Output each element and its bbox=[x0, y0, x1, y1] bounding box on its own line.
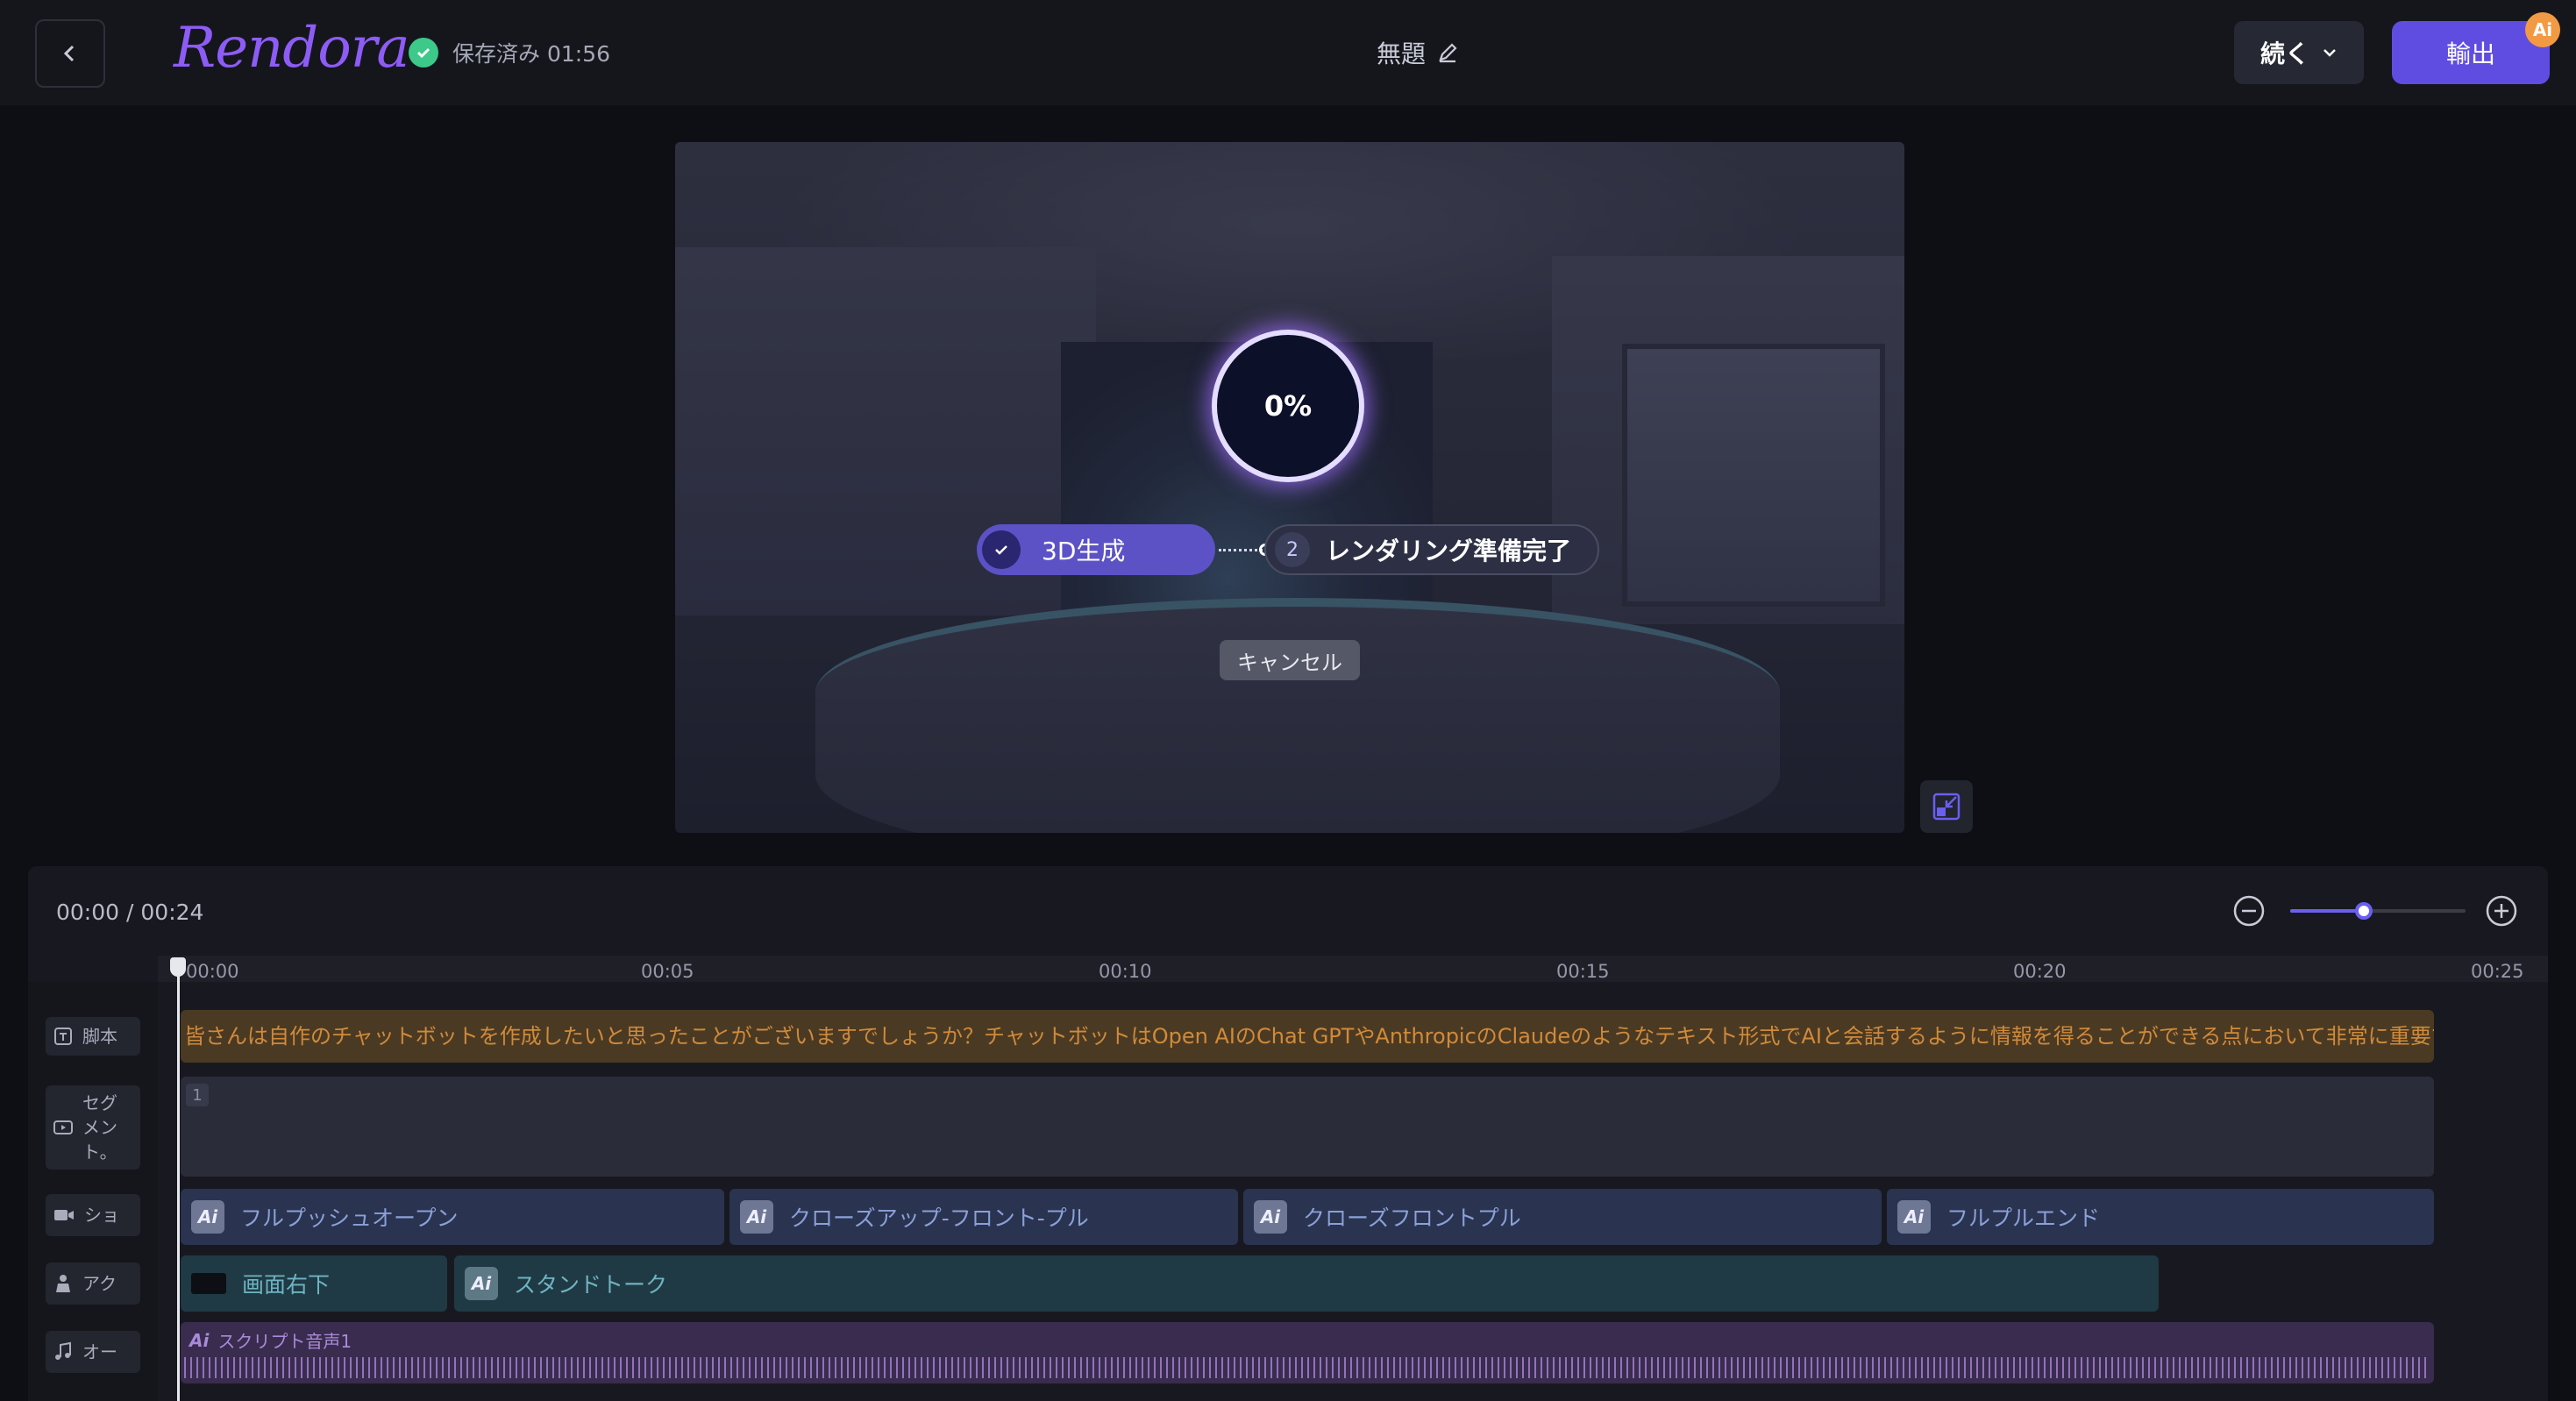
audio-clip-label: スクリプト音声1 bbox=[217, 1331, 352, 1352]
ai-icon: Ai bbox=[1254, 1200, 1287, 1234]
check-icon bbox=[982, 530, 1021, 569]
tick-label: 00:00 bbox=[186, 961, 239, 982]
music-note-icon bbox=[55, 1341, 71, 1360]
track-label-action-text: アクション bbox=[82, 1273, 117, 1294]
check-circle-icon bbox=[409, 38, 438, 68]
tick-label: 00:20 bbox=[2013, 961, 2067, 982]
playhead-handle[interactable] bbox=[170, 957, 186, 977]
step-3d-generation: 3D生成 bbox=[977, 524, 1215, 575]
track-label-audio[interactable]: オーディオ bbox=[46, 1331, 140, 1373]
save-status: 保存済み 01:56 bbox=[409, 37, 610, 68]
shot-clip-label: フルプルエンド bbox=[1946, 1205, 2101, 1231]
camera-icon bbox=[54, 1210, 74, 1220]
app-logo: Rendora bbox=[174, 16, 410, 81]
track-label-audio-text: オーディオ bbox=[82, 1341, 117, 1362]
continue-dropdown-button[interactable]: 続く bbox=[2234, 21, 2364, 84]
shot-clip[interactable]: Ai フルプルエンド bbox=[1887, 1189, 2434, 1245]
track-label-action[interactable]: アクション bbox=[46, 1262, 140, 1305]
step-number: 2 bbox=[1275, 532, 1310, 567]
time-readout: 00:00 / 00:24 bbox=[56, 900, 203, 925]
shot-clip[interactable]: Ai フルプッシュオープン bbox=[181, 1189, 724, 1245]
ai-icon: Ai bbox=[191, 1200, 224, 1234]
script-clip[interactable]: 皆さんは自作のチャットボットを作成したいと思ったことがございますでしょうか？チャ… bbox=[181, 1010, 2434, 1063]
track-label-segment-text: セグメント。 bbox=[82, 1092, 117, 1163]
minus-circle-icon[interactable] bbox=[2232, 894, 2266, 928]
video-icon bbox=[53, 1120, 73, 1134]
ai-icon: Ai bbox=[1897, 1200, 1931, 1234]
shot-clip-label: フルプッシュオープン bbox=[240, 1205, 459, 1231]
current-time: 00:00 bbox=[56, 900, 120, 925]
track-label-shot[interactable]: ショット bbox=[46, 1194, 140, 1236]
video-preview: 0% 3D生成 2 レンダリング準備完了 キャンセル bbox=[675, 142, 1904, 833]
step-render-ready-label: レンダリング準備完了 bbox=[1326, 537, 1572, 565]
audio-clip-header: Ai スクリプト音声1 bbox=[189, 1327, 352, 1353]
ai-icon: Ai bbox=[189, 1329, 210, 1351]
zoom-slider-thumb[interactable] bbox=[2355, 902, 2373, 920]
save-status-text: 保存済み 01:56 bbox=[452, 41, 610, 67]
document-title-text: 無題 bbox=[1377, 39, 1427, 68]
chevron-down-icon bbox=[2323, 49, 2336, 57]
continue-label: 続く bbox=[2259, 39, 2309, 68]
ai-badge: Ai bbox=[2525, 12, 2560, 47]
cancel-render-button[interactable]: キャンセル bbox=[1220, 640, 1360, 680]
track-label-script-text: 脚本 bbox=[82, 1026, 117, 1047]
action-clip-label: スタンドトーク bbox=[514, 1272, 668, 1298]
track-label-shot-text: ショット bbox=[84, 1205, 119, 1226]
exit-fullscreen-button[interactable] bbox=[1920, 780, 1973, 833]
action-clip[interactable]: 画面右下 bbox=[181, 1255, 447, 1312]
playhead[interactable] bbox=[177, 957, 180, 1401]
pencil-icon[interactable] bbox=[1436, 41, 1459, 64]
shot-clip[interactable]: Ai クローズフロントプル bbox=[1243, 1189, 1882, 1245]
export-label: 輸出 bbox=[2445, 39, 2495, 68]
clip-thumbnail bbox=[191, 1273, 226, 1294]
track-label-segment[interactable]: セグメント。 bbox=[46, 1085, 140, 1170]
tick-label: 00:25 bbox=[2471, 961, 2524, 982]
person-icon bbox=[56, 1275, 70, 1292]
timeline-ruler[interactable] bbox=[158, 956, 2548, 982]
shot-clip[interactable]: Ai クローズアップ-フロント-プル bbox=[729, 1189, 1238, 1245]
total-time: 00:24 bbox=[140, 900, 204, 925]
render-overlay bbox=[675, 142, 1904, 833]
tick-label: 00:05 bbox=[641, 961, 694, 982]
shot-clip-label: クローズアップ-フロント-プル bbox=[789, 1205, 1089, 1231]
exit-fullscreen-icon bbox=[1932, 793, 1960, 821]
plus-circle-icon[interactable] bbox=[2485, 894, 2518, 928]
back-button[interactable] bbox=[35, 19, 105, 88]
document-title[interactable]: 無題 bbox=[1377, 35, 1459, 70]
track-label-script[interactable]: 脚本 bbox=[46, 1017, 140, 1056]
ai-icon: Ai bbox=[740, 1200, 773, 1234]
shot-clip-label: クローズフロントプル bbox=[1303, 1205, 1521, 1231]
chevron-left-icon bbox=[63, 45, 75, 62]
segment-number: 1 bbox=[186, 1084, 209, 1106]
step-connector bbox=[1219, 549, 1263, 551]
audio-waveform bbox=[184, 1357, 2429, 1378]
ai-icon: Ai bbox=[465, 1267, 498, 1300]
tick-label: 00:15 bbox=[1556, 961, 1610, 982]
tick-label: 00:10 bbox=[1099, 961, 1152, 982]
render-progress-text: 0% bbox=[1263, 389, 1313, 423]
action-clip[interactable]: Ai スタンドトーク bbox=[454, 1255, 2159, 1312]
action-clip-label: 画面右下 bbox=[242, 1272, 331, 1298]
script-icon bbox=[54, 1028, 72, 1045]
render-progress-ring: 0% bbox=[1212, 330, 1364, 482]
time-separator: / bbox=[126, 900, 134, 925]
segment-clip[interactable] bbox=[181, 1077, 2434, 1177]
step-3d-generation-label: 3D生成 bbox=[1042, 537, 1126, 565]
zoom-slider-fill bbox=[2290, 909, 2364, 913]
step-render-ready: 2 レンダリング準備完了 bbox=[1264, 524, 1599, 575]
